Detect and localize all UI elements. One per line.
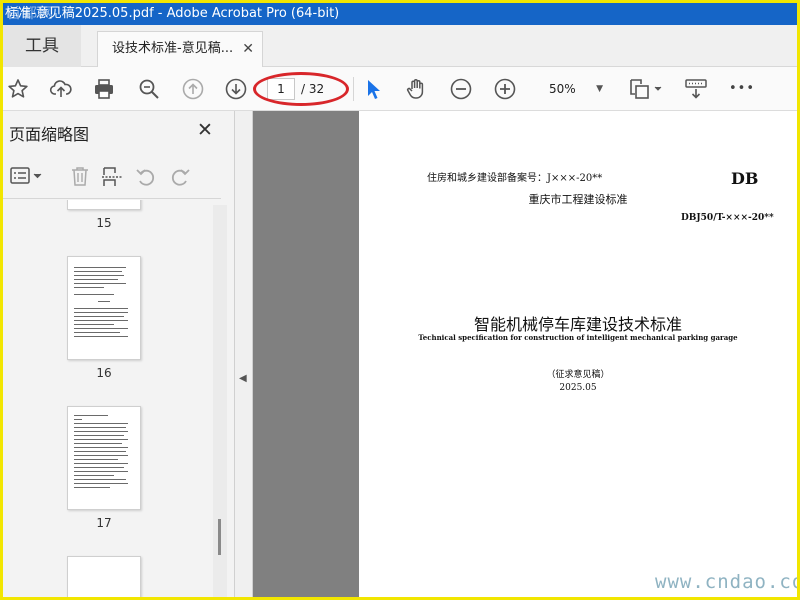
collapse-left-icon[interactable]: ◀: [239, 373, 247, 384]
panel-title: 页面缩略图: [9, 125, 90, 144]
db-label: DB: [731, 169, 759, 188]
document-title: 智能机械停车库建设技术标准: [473, 315, 682, 334]
window-title: 标准-意见稿2025.05.pdf - Adobe Acrobat Pro (6…: [5, 6, 340, 21]
tab-document-label: 设技术标准-意见稿...: [112, 41, 234, 56]
insert-page-icon[interactable]: [101, 165, 123, 187]
keyboard-icon[interactable]: [684, 77, 708, 101]
standard-code: DBJ50/T-×××-20**: [681, 213, 774, 223]
page-thumbnail[interactable]: [67, 200, 141, 210]
star-icon[interactable]: [6, 77, 30, 101]
page-thumbnail[interactable]: [67, 256, 141, 360]
standard-type: 重庆市工程建设标准: [528, 193, 628, 206]
upload-icon[interactable]: [49, 77, 73, 101]
page-total-label: / 32: [301, 82, 325, 96]
record-number: 住房和城乡建设部备案号：J×××-20**: [427, 173, 603, 184]
document-page: 住房和城乡建设部备案号：J×××-20** DB 重庆市工程建设标准 DBJ50…: [359, 111, 797, 597]
document-subtitle: Technical specification for construction…: [418, 333, 738, 342]
document-date: 2025.05: [559, 383, 597, 393]
draft-label: （征求意见稿）: [546, 370, 610, 380]
page-number-input[interactable]: 1: [267, 78, 295, 100]
tab-row: 工具 设技术标准-意见稿... ✕: [3, 25, 797, 67]
zoom-out-icon[interactable]: [449, 77, 473, 101]
page-up-icon[interactable]: [181, 77, 205, 101]
zoom-level-value: 50%: [549, 82, 576, 96]
page-thumbnail[interactable]: [67, 406, 141, 510]
panel-collapse-bar[interactable]: ◀: [235, 111, 253, 597]
zoom-in-icon[interactable]: [493, 77, 517, 101]
page-navigator: 1 / 32: [259, 76, 345, 102]
close-tab-icon[interactable]: ✕: [242, 32, 254, 66]
close-panel-icon[interactable]: ✕: [197, 119, 213, 141]
rotate-right-icon[interactable]: [169, 165, 191, 187]
zoom-level-select[interactable]: 50% ▼: [535, 77, 607, 101]
document-background: [253, 111, 359, 597]
zoom-search-icon[interactable]: [137, 77, 161, 101]
watermark-text: www.cndao.com: [655, 571, 797, 593]
tab-tools[interactable]: 工具: [3, 25, 81, 67]
watermark-logo: 首都网: [7, 6, 55, 22]
more-icon[interactable]: •••: [729, 77, 757, 101]
chevron-down-icon: ▼: [596, 84, 603, 94]
page-thumbnail-number: 17: [96, 516, 112, 530]
thumbnail-list: 15 16 17: [3, 200, 213, 597]
toolbar: 1 / 32 50% ▼ •••: [3, 67, 797, 111]
panel-toolbar: [3, 155, 221, 199]
thumbnail-options-icon[interactable]: [9, 165, 43, 187]
title-bar: 标准-意见稿2025.05.pdf - Adobe Acrobat Pro (6…: [3, 3, 797, 25]
tab-document[interactable]: 设技术标准-意见稿... ✕: [97, 31, 263, 67]
fit-page-icon[interactable]: [627, 77, 663, 101]
toolbar-divider: [353, 77, 354, 101]
page-thumbnail-number: 16: [96, 366, 112, 380]
page-down-icon[interactable]: [224, 77, 248, 101]
thumbnail-scrollbar[interactable]: [213, 205, 227, 597]
scrollbar-thumb[interactable]: [218, 519, 221, 555]
app-window: 标准-意见稿2025.05.pdf - Adobe Acrobat Pro (6…: [0, 0, 800, 600]
select-arrow-icon[interactable]: [361, 77, 385, 101]
page-thumbnail-number: 15: [96, 216, 112, 230]
page-thumbnail[interactable]: [67, 556, 141, 597]
hand-icon[interactable]: [404, 77, 428, 101]
delete-page-icon[interactable]: [69, 165, 91, 187]
rotate-left-icon[interactable]: [135, 165, 157, 187]
print-icon[interactable]: [92, 77, 116, 101]
thumbnail-panel: 页面缩略图 ✕ 15 16 17: [3, 111, 235, 597]
